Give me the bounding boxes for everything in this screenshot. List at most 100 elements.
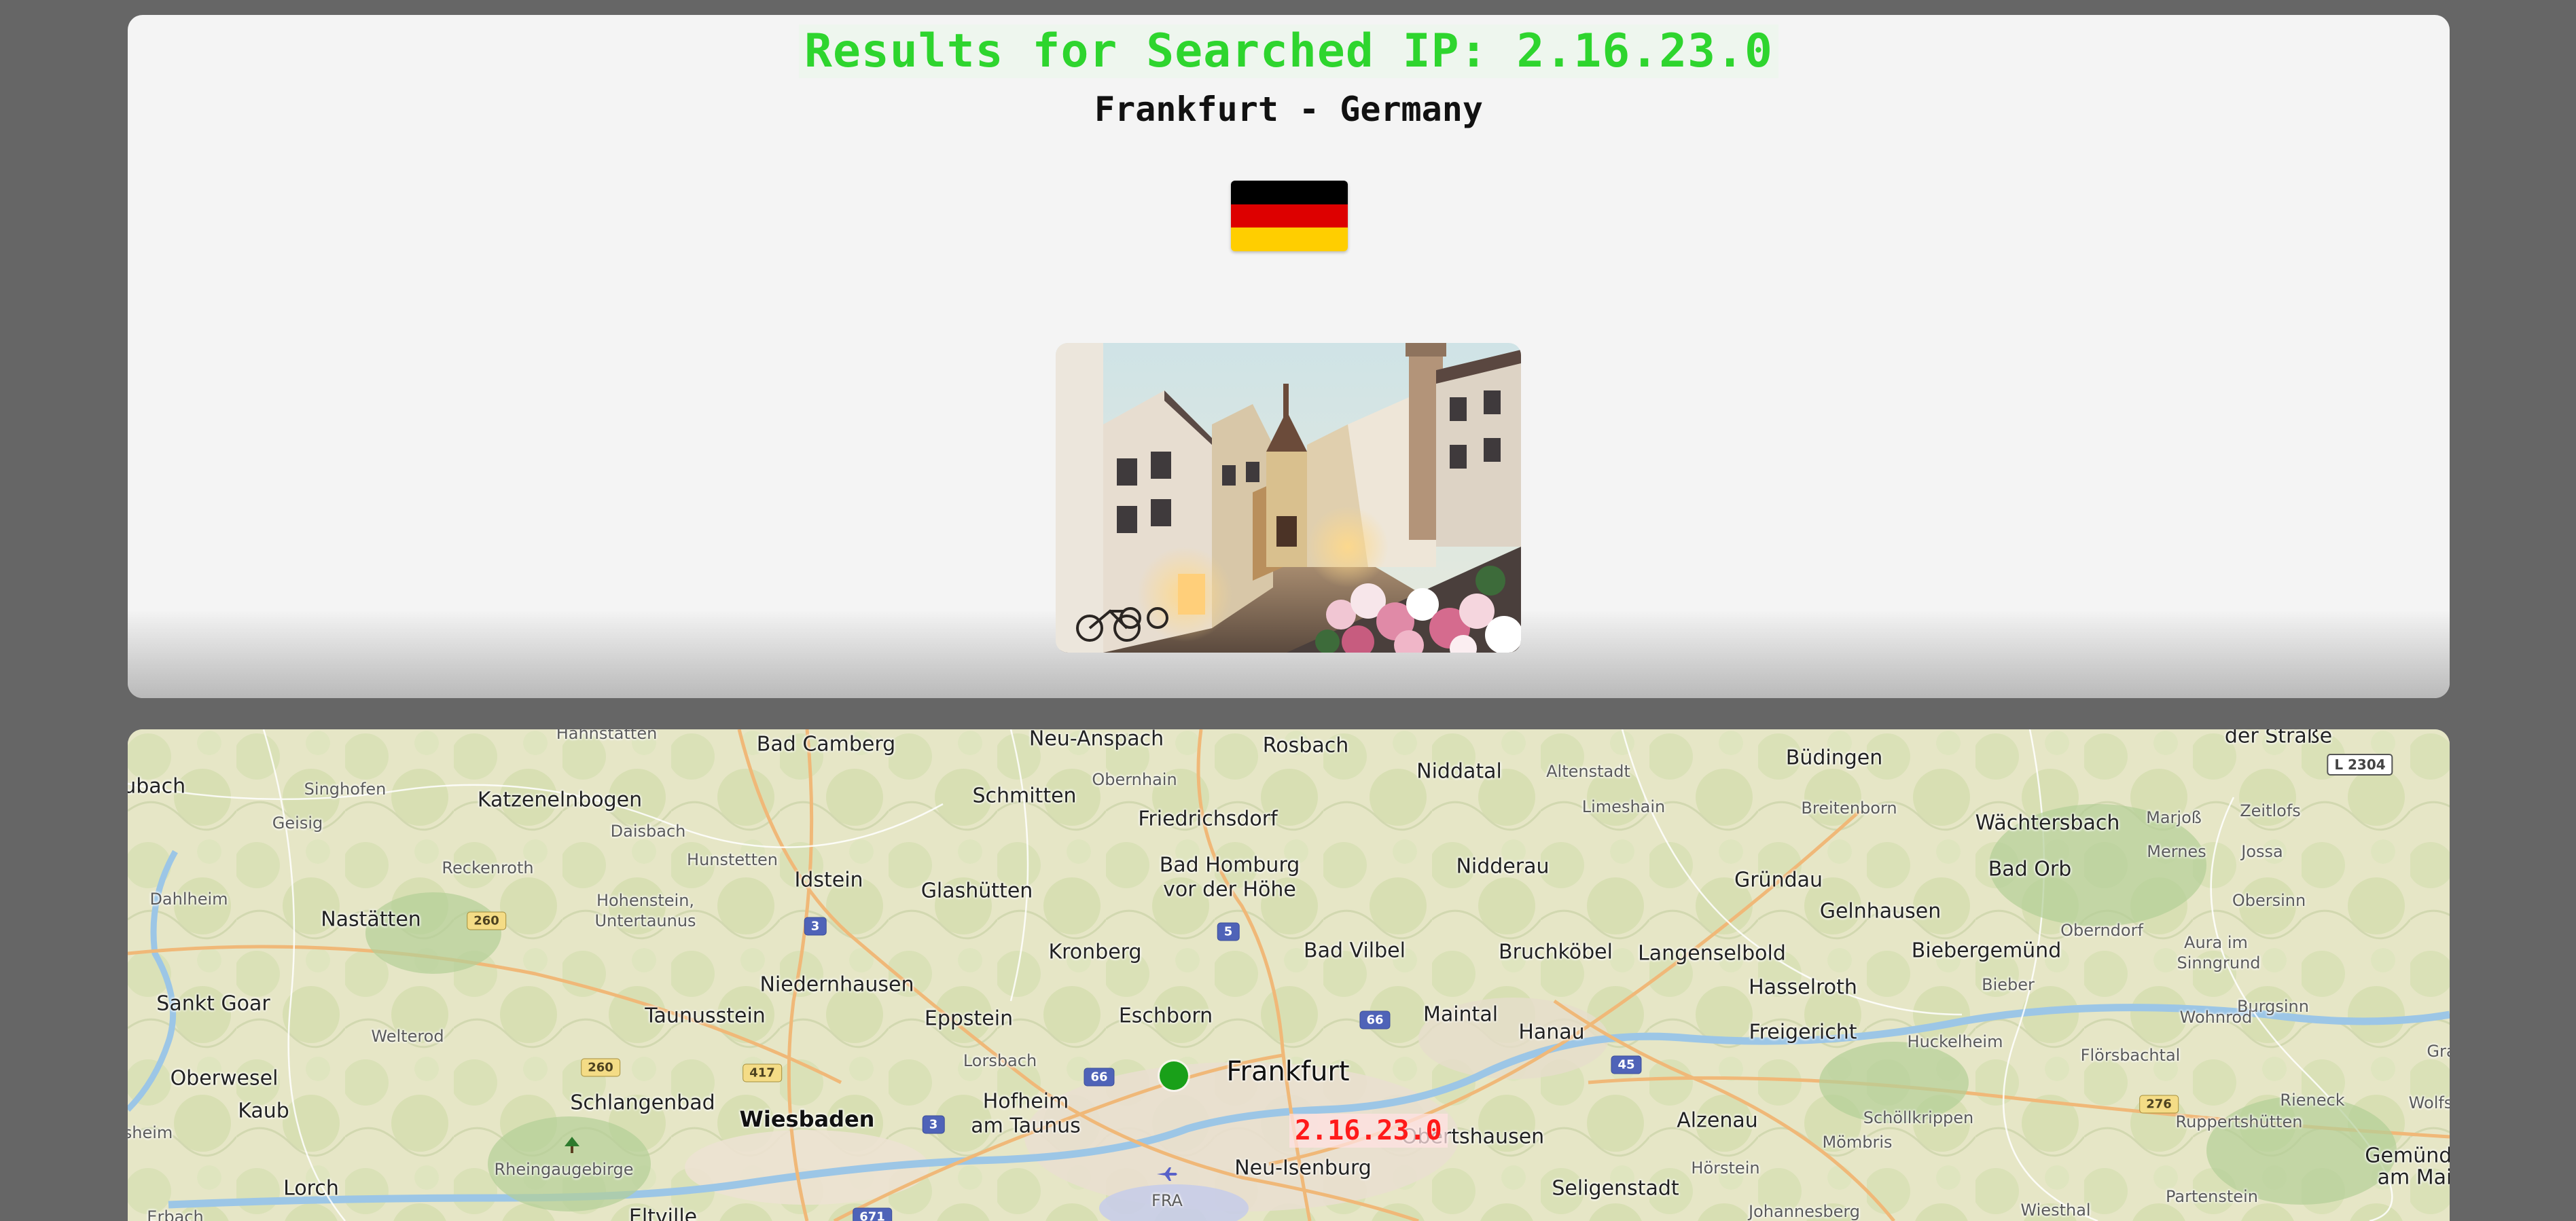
- label-hofheim: Hofheim: [982, 1089, 1069, 1114]
- label-jossa: Jossa: [2241, 842, 2283, 861]
- label-hohenstein: Hohenstein,: [596, 891, 695, 910]
- label-kronberg: Kronberg: [1048, 940, 1142, 964]
- label-bad-vilbel: Bad Vilbel: [1304, 938, 1406, 963]
- label-der-strasse: der Straße: [2224, 729, 2333, 748]
- label-biebergemund: Biebergemünd: [1911, 938, 2062, 963]
- label-niedernhausen: Niedernhausen: [759, 972, 914, 997]
- label-johannesberg: Johannesberg: [1748, 1202, 1861, 1221]
- city-street-photo: [1056, 343, 1521, 653]
- shield-l2304: L 2304: [2327, 754, 2393, 776]
- label-friedrichsdorf: Friedrichsdorf: [1138, 807, 1278, 831]
- label-untertaunus: Untertaunus: [594, 911, 696, 930]
- page-title: Results for Searched IP: 2.16.23.0: [128, 24, 2450, 78]
- label-bieber: Bieber: [1982, 975, 2035, 994]
- label-marjoss: Marjoß: [2146, 808, 2202, 827]
- label-rieneck: Rieneck: [2280, 1091, 2345, 1110]
- label-altenstadt: Altenstadt: [1546, 762, 1630, 781]
- map-background: [128, 729, 2450, 1221]
- label-neu-anspach: Neu-Anspach: [1028, 729, 1164, 751]
- shield-a3-b: 3: [922, 1115, 945, 1134]
- label-freigericht: Freigericht: [1749, 1020, 1857, 1044]
- label-gemunden: Gemünden: [2365, 1144, 2450, 1168]
- label-nastatten: Nastätten: [321, 907, 421, 932]
- label-dahlheim: Dahlheim: [149, 890, 228, 909]
- title-text: Results for Searched IP: 2.16.23.0: [799, 24, 1778, 78]
- shield-a671: 671: [853, 1207, 892, 1221]
- label-sheim: sheim: [128, 1123, 173, 1142]
- germany-flag-icon: [1231, 181, 1348, 251]
- location-map[interactable]: Hahnstatten Bad Camberg Neu-Anspach Rosbach…: [128, 729, 2450, 1221]
- label-idstein: Idstein: [794, 868, 863, 892]
- label-breitenborn: Breitenborn: [1801, 799, 1897, 818]
- label-budingen: Büdingen: [1785, 746, 1883, 770]
- shield-260-b: 260: [581, 1058, 620, 1077]
- label-schmitten: Schmitten: [972, 784, 1077, 808]
- label-schlangenbad: Schlangenbad: [570, 1091, 715, 1115]
- label-eltville: Eltville: [628, 1205, 698, 1221]
- label-wohnrod: Wohnrod: [2179, 1008, 2253, 1027]
- label-limeshain: Limeshain: [1581, 797, 1666, 816]
- label-bad-orb: Bad Orb: [1988, 857, 2072, 881]
- label-bruchkobel: Bruchköbel: [1499, 940, 1613, 964]
- label-wachtersbach: Wächtersbach: [1975, 811, 2120, 835]
- label-gra: Gra: [2427, 1042, 2450, 1061]
- label-rosbach: Rosbach: [1262, 733, 1349, 758]
- label-obernhain: Obernhain: [1092, 770, 1177, 789]
- label-partenstein: Partenstein: [2166, 1187, 2258, 1206]
- label-eschborn: Eschborn: [1118, 1004, 1213, 1028]
- label-zeitlofs: Zeitlofs: [2240, 801, 2301, 820]
- label-maintal: Maintal: [1423, 1002, 1499, 1027]
- label-reckenroth: Reckenroth: [442, 858, 534, 877]
- label-wiesthal: Wiesthal: [2020, 1201, 2091, 1220]
- label-mombris: Mömbris: [1822, 1133, 1893, 1152]
- location-marker[interactable]: [1160, 1061, 1188, 1090]
- tree-icon: [565, 1137, 579, 1153]
- label-langenselbold: Langenselbold: [1638, 941, 1786, 966]
- label-bad-camberg: Bad Camberg: [756, 732, 896, 757]
- label-daisbach: Daisbach: [610, 822, 686, 841]
- label-geisig: Geisig: [272, 814, 323, 833]
- label-seligenstadt: Seligenstadt: [1552, 1176, 1679, 1201]
- label-am-taunus: am Taunus: [971, 1114, 1081, 1138]
- label-welterod: Welterod: [371, 1027, 444, 1046]
- label-lorsbach: Lorsbach: [963, 1051, 1037, 1070]
- label-erbach: Erbach: [147, 1207, 204, 1221]
- shield-276: 276: [2139, 1095, 2179, 1114]
- label-horstein: Hörstein: [1691, 1159, 1760, 1178]
- label-wiesbaden: Wiesbaden: [739, 1106, 875, 1132]
- label-nidderau: Nidderau: [1456, 854, 1550, 879]
- label-oberndorf: Oberndorf: [2060, 921, 2143, 940]
- label-hunstetten: Hunstetten: [687, 850, 778, 869]
- label-florsbachtal: Flörsbachtal: [2080, 1046, 2181, 1065]
- shield-a5: 5: [1217, 922, 1240, 941]
- label-rheingaugebirge: Rheingaugebirge: [494, 1160, 634, 1179]
- label-sinngrund: Sinngrund: [2177, 953, 2261, 972]
- label-neu-isenburg: Neu-Isenburg: [1234, 1156, 1372, 1180]
- marker-ip-label: 2.16.23.0: [1289, 1114, 1448, 1148]
- label-glashutten: Glashütten: [920, 879, 1033, 903]
- label-eppstein: Eppstein: [924, 1006, 1014, 1031]
- label-gelnhausen: Gelnhausen: [1819, 899, 1942, 924]
- label-fra: FRA: [1151, 1191, 1183, 1210]
- label-hahnstatten: Hahnstatten: [556, 729, 658, 743]
- shield-a66-a: 66: [1359, 1010, 1391, 1029]
- label-hanau: Hanau: [1518, 1020, 1585, 1044]
- shield-a45: 45: [1611, 1055, 1642, 1074]
- label-mernes: Mernes: [2147, 842, 2206, 861]
- label-hasselroth: Hasselroth: [1749, 975, 1857, 1000]
- label-aubach: aubach: [128, 774, 186, 799]
- label-katzenelnbogen: Katzenelnbogen: [477, 788, 643, 812]
- label-alzenau: Alzenau: [1677, 1108, 1758, 1133]
- label-kaub: Kaub: [238, 1099, 289, 1123]
- label-wolfs: Wolfs: [2408, 1093, 2450, 1112]
- label-vor-der-hohe: vor der Höhe: [1163, 877, 1296, 902]
- label-sankt-goar: Sankt Goar: [156, 991, 270, 1016]
- label-singhofen: Singhofen: [304, 780, 387, 799]
- label-bad-homburg: Bad Homburg: [1159, 853, 1300, 877]
- shield-260-a: 260: [467, 911, 506, 930]
- airport-icon: [1157, 1167, 1177, 1181]
- label-schollkrippen: Schöllkrippen: [1863, 1108, 1974, 1127]
- label-niddatal: Niddatal: [1416, 759, 1502, 784]
- label-huckelheim: Huckelheim: [1907, 1032, 2003, 1051]
- label-oberwesel: Oberwesel: [170, 1066, 279, 1091]
